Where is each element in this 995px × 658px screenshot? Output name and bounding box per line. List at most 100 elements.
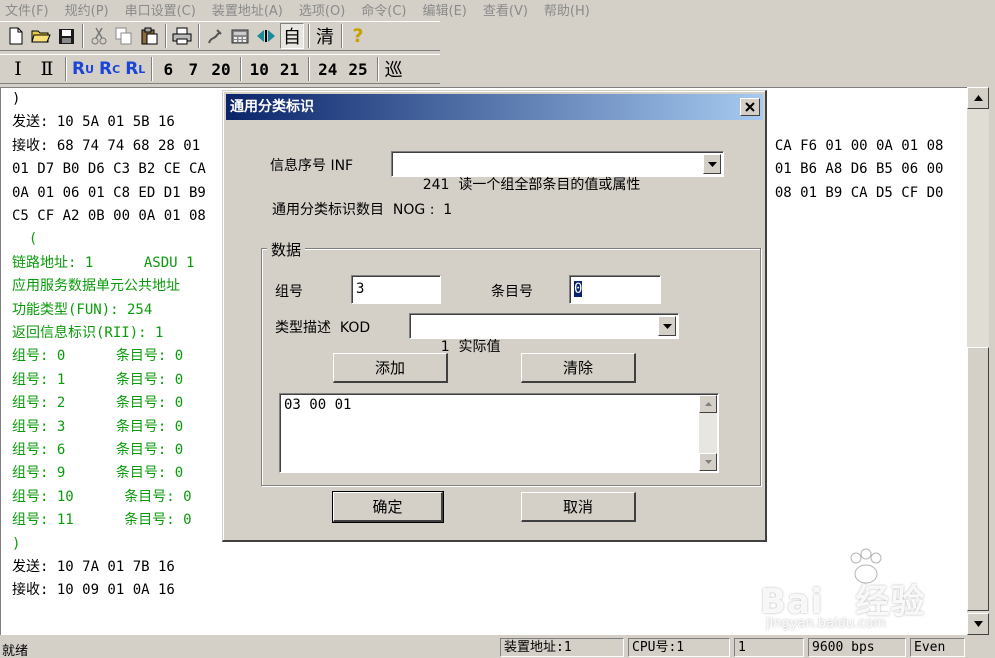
log-line-right: 4 01 B6 A8 D6 B5 06 00	[758, 161, 944, 178]
menu-bar: 文件(F) 规约(P) 串口设置(C) 装置地址(A) 选项(O) 命令(C) …	[0, 0, 995, 19]
log-line-right: 3 CA F6 01 00 0A 01 08	[758, 137, 944, 154]
cmd-roman-2-button[interactable]: Ⅱ	[33, 56, 61, 82]
kod-select[interactable]: 1 实际值	[409, 313, 679, 355]
kod-select-value: 1 实际值	[440, 339, 501, 355]
inf-dropdown-button[interactable]	[703, 154, 721, 174]
log-line: 组号: 9 条目号: 0	[12, 465, 184, 482]
status-bar: 就绪 装置地址:1 CPU号:1 1 9600 bps Even	[0, 637, 995, 658]
copy-icon[interactable]	[112, 23, 136, 49]
clear-entries-button[interactable]: 清除	[521, 353, 636, 383]
rl-label: R	[125, 59, 139, 79]
chevron-down-icon	[707, 161, 717, 167]
save-disk-icon[interactable]	[54, 23, 78, 49]
toolbar-separator	[198, 24, 200, 48]
inf-label: 信息序号 INF	[270, 158, 354, 174]
cmd-21-button[interactable]: 21	[275, 56, 304, 82]
menu-options[interactable]: 选项(O)	[294, 0, 356, 19]
list-vertical-scrollbar[interactable]	[699, 395, 717, 471]
kod-dropdown-button[interactable]	[658, 316, 676, 336]
rl-sub: L	[138, 62, 146, 76]
scroll-down-button[interactable]	[967, 613, 989, 635]
group-no-value: 3	[356, 281, 365, 297]
log-line: 发送: 10 7A 01 7B 16	[12, 559, 175, 575]
log-line: 组号: 0 条目号: 0	[12, 348, 184, 365]
log-line: 应用服务数据单元公共地址	[12, 278, 180, 295]
menu-protocol[interactable]: 规约(P)	[60, 0, 120, 19]
close-button[interactable]	[740, 98, 760, 116]
list-scroll-up-button[interactable]	[699, 395, 717, 413]
menu-help[interactable]: 帮助(H)	[539, 0, 601, 19]
list-scroll-down-button[interactable]	[699, 453, 717, 471]
nog-label: 通用分类标识数目 NOG : 1	[272, 202, 453, 218]
calculator-icon[interactable]	[228, 23, 252, 49]
status-ready: 就绪	[2, 644, 29, 658]
plug-icon[interactable]	[203, 23, 227, 49]
watermark-url: jingyan.baidu.com	[766, 616, 886, 631]
toolbar-separator	[376, 57, 379, 81]
log-line: 返回信息标识(RII): 1	[12, 325, 164, 341]
menu-file[interactable]: 文件(F)	[0, 0, 60, 19]
cmd-6-button[interactable]: 6	[156, 56, 180, 82]
inf-select[interactable]: 241 读一个组全部条目的值或属性	[391, 151, 724, 193]
down-arrow-icon	[973, 621, 983, 627]
status-device-address: 装置地址:1	[500, 638, 624, 657]
status-cpu: CPU号:1	[628, 638, 730, 657]
patrol-button[interactable]: 巡	[382, 56, 406, 82]
menu-view[interactable]: 查看(V)	[478, 0, 539, 19]
log-line: 组号: 6 条目号: 0	[12, 442, 184, 458]
log-line: 链路地址: 1 ASDU 1	[12, 254, 195, 271]
cmd-25-button[interactable]: 25	[343, 56, 372, 82]
log-vertical-scrollbar[interactable]	[967, 87, 989, 635]
rc-sub: C	[112, 62, 121, 76]
entries-list[interactable]: 03 00 01	[279, 393, 719, 473]
cmd-10-button[interactable]: 10	[245, 56, 274, 82]
cut-icon[interactable]	[87, 23, 111, 49]
open-folder-icon[interactable]	[29, 23, 53, 49]
cancel-button[interactable]: 取消	[521, 492, 636, 522]
print-icon[interactable]	[170, 23, 194, 49]
cmd-ru-button[interactable]: RU	[70, 56, 96, 82]
cmd-24-button[interactable]: 24	[313, 56, 342, 82]
entry-no-label: 条目号	[491, 284, 533, 300]
auto-toggle-button[interactable]: 自	[280, 23, 304, 49]
entry-no-value: 0	[574, 281, 583, 297]
menu-edit[interactable]: 编辑(E)	[418, 0, 478, 19]
menu-serial-settings[interactable]: 串口设置(C)	[120, 0, 207, 19]
log-line: (	[12, 231, 38, 248]
log-line: 组号: 2 条目号: 0	[12, 395, 184, 412]
scroll-thumb[interactable]	[967, 347, 989, 611]
scroll-up-button[interactable]	[967, 87, 989, 109]
log-line: )	[12, 535, 21, 552]
menu-device-address[interactable]: 装置地址(A)	[207, 0, 294, 19]
log-line: C5 CF A2 0B 00 0A 01 08	[12, 208, 206, 224]
up-arrow-icon	[973, 95, 983, 101]
toolbar-separator	[341, 24, 343, 48]
transfer-arrows-icon[interactable]	[253, 23, 279, 49]
cmd-7-button[interactable]: 7	[181, 56, 205, 82]
group-no-input[interactable]: 3	[351, 275, 441, 304]
help-question-glyph: ?	[352, 25, 364, 47]
add-button[interactable]: 添加	[333, 353, 448, 383]
cmd-20-button[interactable]: 20	[206, 56, 235, 82]
entry-no-input[interactable]: 0	[569, 275, 661, 304]
baidu-watermark: Bai 经验 jingyan.baidu.com	[760, 548, 960, 638]
log-line: 组号: 3 条目号: 0	[12, 418, 184, 435]
clear-button[interactable]: 清	[313, 23, 337, 49]
cmd-roman-1-button[interactable]: Ⅰ	[4, 56, 32, 82]
cmd-rc-button[interactable]: RC	[97, 56, 122, 82]
ru-sub: U	[85, 62, 95, 76]
paste-icon[interactable]	[137, 23, 161, 49]
new-file-icon[interactable]	[4, 23, 28, 49]
toolbar-separator	[308, 24, 310, 48]
ok-button[interactable]: 确定	[332, 491, 444, 523]
kod-label: 类型描述 KOD	[275, 320, 371, 336]
rc-label: R	[99, 59, 113, 79]
toolbar-separator	[82, 24, 84, 48]
group-no-label: 组号	[275, 284, 303, 300]
help-question-icon[interactable]: ?	[346, 23, 370, 49]
cmd-rl-button[interactable]: RL	[123, 56, 147, 82]
log-line: 接收: 68 74 74 68 28 01	[12, 137, 201, 154]
main-toolbar: 自 清 ?	[0, 21, 440, 51]
menu-command[interactable]: 命令(C)	[356, 0, 417, 19]
dialog-title: 通用分类标识	[230, 99, 314, 115]
